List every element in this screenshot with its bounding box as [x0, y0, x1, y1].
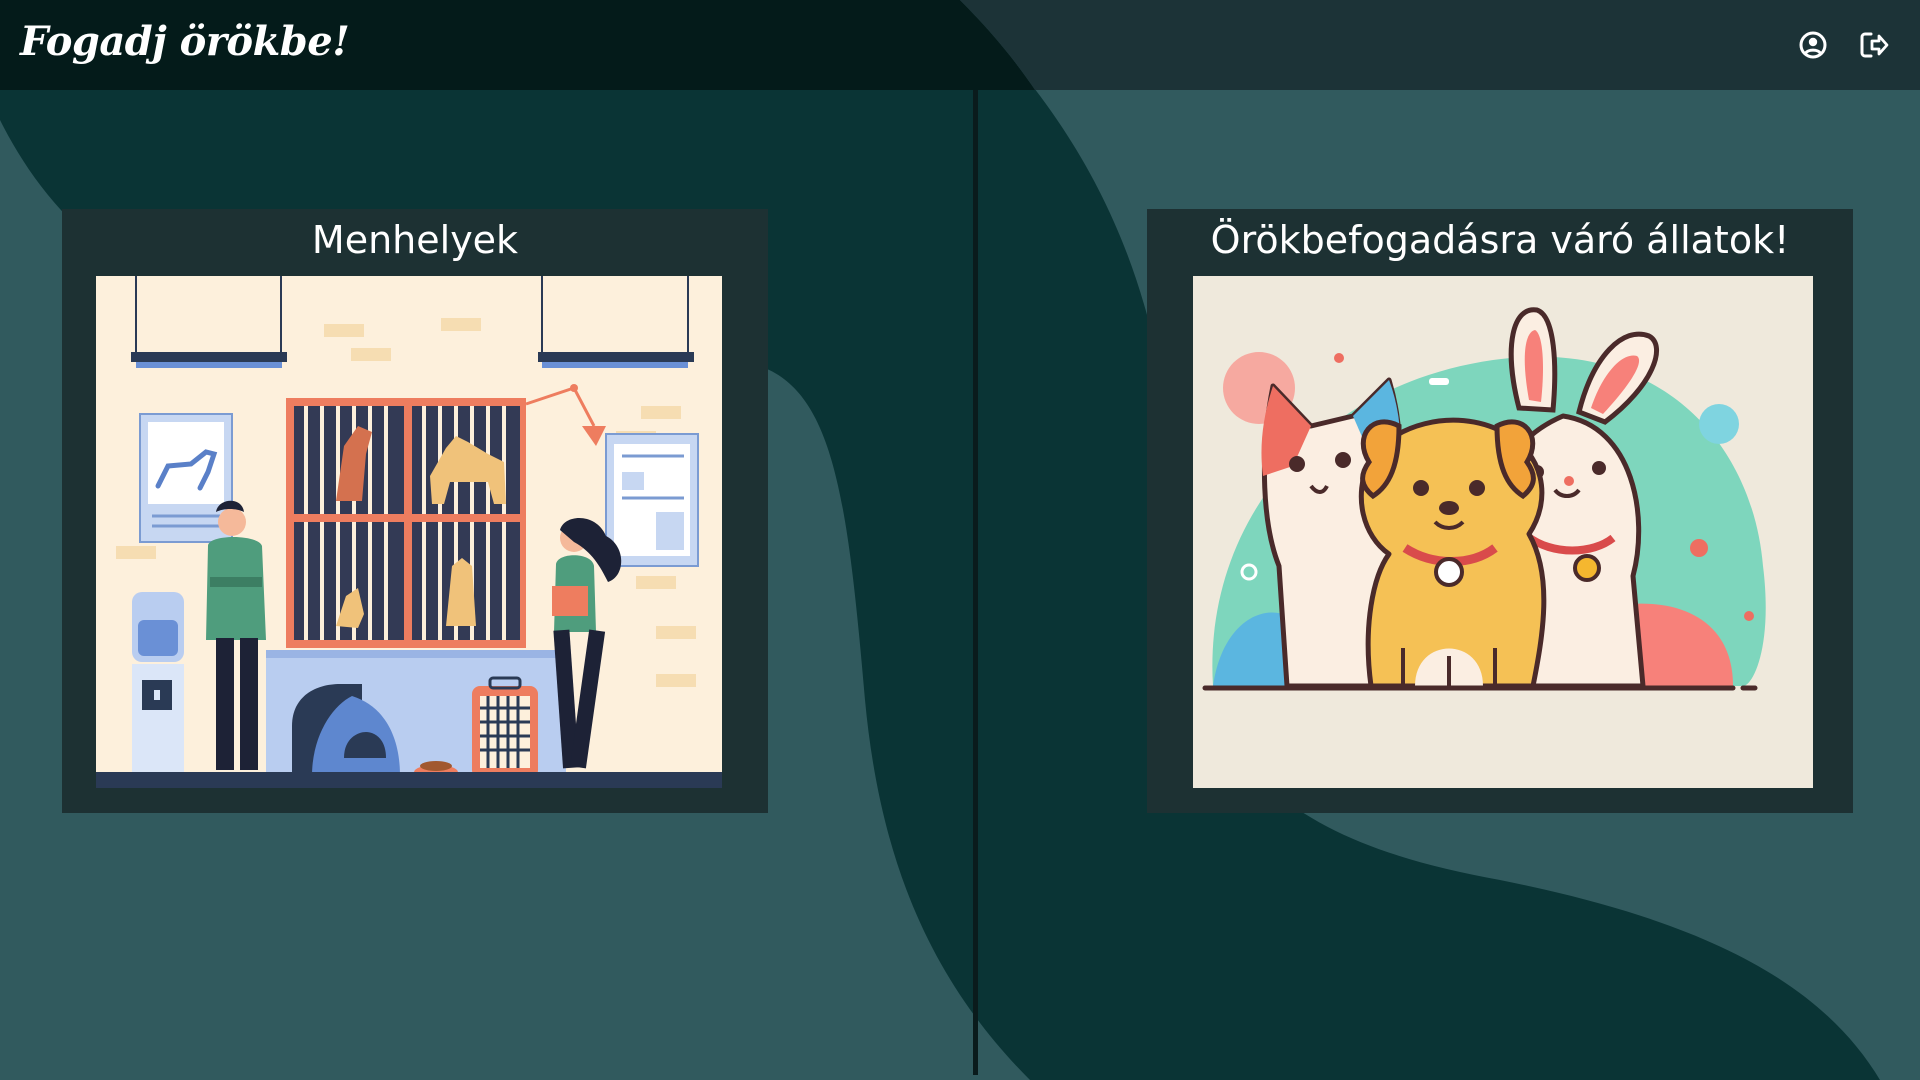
user-circle-icon[interactable] [1794, 26, 1832, 64]
sign-out-icon[interactable] [1855, 26, 1893, 64]
animals-card[interactable]: Örökbefogadásra váró állatok! [1147, 209, 1853, 813]
shelters-card[interactable]: Menhelyek [62, 209, 768, 813]
vertical-divider [973, 90, 978, 1075]
pets-illustration [1193, 276, 1813, 788]
top-navbar: Fogadj örökbe! [0, 0, 1920, 90]
shelters-card-title: Menhelyek [311, 218, 519, 262]
app-logo[interactable]: Fogadj örökbe! [20, 18, 350, 65]
shelter-illustration [96, 276, 722, 788]
animals-card-title: Örökbefogadásra váró állatok! [1210, 218, 1790, 262]
